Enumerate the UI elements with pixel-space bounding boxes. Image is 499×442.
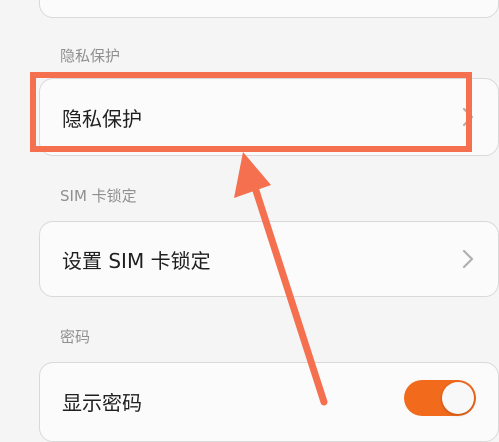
privacy-protection-row[interactable]: 隐私保护	[39, 78, 499, 156]
section-header-password: 密码	[60, 328, 91, 346]
chevron-right-icon	[462, 107, 474, 127]
settings-card-top[interactable]	[39, 0, 499, 18]
toggle-knob	[442, 382, 474, 414]
sim-lock-row[interactable]: 设置 SIM 卡锁定	[39, 221, 499, 297]
privacy-protection-label: 隐私保护	[62, 106, 142, 131]
chevron-right-icon	[462, 249, 474, 269]
show-password-toggle[interactable]	[404, 380, 476, 416]
sim-lock-label: 设置 SIM 卡锁定	[62, 248, 211, 273]
section-header-privacy: 隐私保护	[60, 47, 121, 65]
show-password-row[interactable]: 显示密码	[39, 362, 499, 442]
section-header-sim-lock: SIM 卡锁定	[60, 187, 137, 205]
show-password-label: 显示密码	[62, 391, 142, 415]
